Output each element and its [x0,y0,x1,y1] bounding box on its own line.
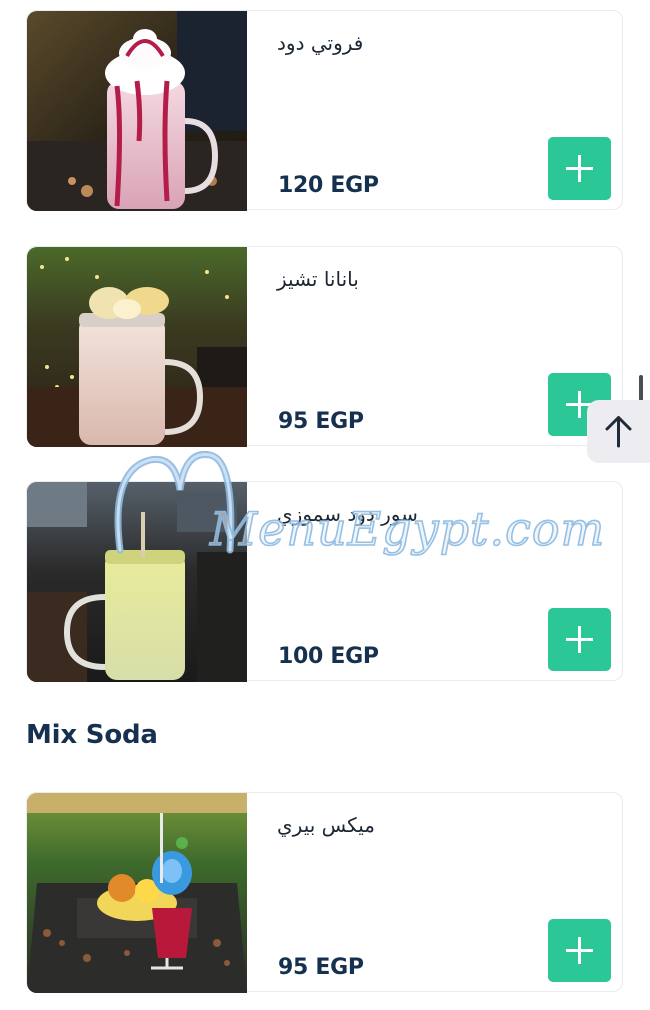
scroll-to-top-button[interactable] [587,400,650,463]
add-to-cart-button[interactable] [548,137,611,200]
mixed-berry-soda-image [27,793,247,993]
banana-shake-image [27,247,247,447]
item-name: بانانا تشيز [277,267,359,291]
item-name: فروتي دود [277,31,364,55]
item-name: سور دود سموزي [277,502,418,526]
item-name: ميكس بيري [277,813,375,837]
item-price: 120 EGP [278,173,379,198]
plus-icon [566,626,593,653]
plus-icon [566,937,593,964]
strawberry-milkshake-image [27,11,247,211]
menu-item-card[interactable]: سور دود سموزي 100 EGP [26,481,623,682]
item-price: 95 EGP [278,409,364,434]
menu-page: فروتي دود 120 EGP بانانا تشيز 95 EGP سور… [0,0,650,1010]
menu-item-card[interactable]: فروتي دود 120 EGP [26,10,623,211]
menu-item-card[interactable]: بانانا تشيز 95 EGP [26,246,623,447]
add-to-cart-button[interactable] [548,608,611,671]
item-price: 100 EGP [278,644,379,669]
section-heading-mix-soda: Mix Soda [26,720,158,750]
item-price: 95 EGP [278,955,364,980]
plus-icon [566,155,593,182]
menu-item-card[interactable]: ميكس بيري 95 EGP [26,792,623,993]
arrow-up-icon [605,416,632,448]
add-to-cart-button[interactable] [548,919,611,982]
lime-smoothie-image [27,482,247,682]
